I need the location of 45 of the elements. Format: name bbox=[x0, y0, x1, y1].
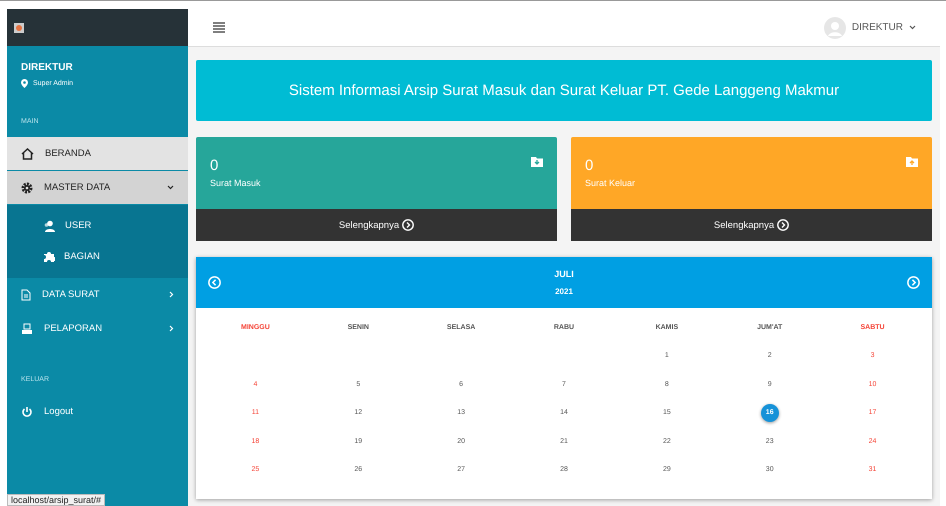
gear-icon bbox=[21, 182, 33, 194]
location-pin-icon bbox=[21, 79, 28, 88]
nav-label: Logout bbox=[44, 406, 74, 417]
chevron-down-icon bbox=[909, 25, 916, 30]
next-month-icon[interactable] bbox=[906, 276, 920, 289]
nav-item[interactable]: Logout bbox=[7, 395, 188, 429]
folder-download-icon bbox=[531, 157, 543, 167]
submenu-item[interactable]: BAGIAN bbox=[7, 241, 188, 272]
stat-label: Surat Keluar bbox=[585, 178, 636, 188]
nav-label: MASTER DATA bbox=[44, 182, 112, 193]
folder-upload-icon bbox=[906, 157, 918, 167]
arrow-circle-icon bbox=[777, 219, 790, 231]
calendar-month: JULI bbox=[554, 269, 574, 279]
nav-label: DATA SURAT bbox=[42, 289, 101, 300]
user-menu[interactable]: DIREKTUR bbox=[824, 16, 916, 38]
chevron-right-icon bbox=[169, 325, 174, 332]
user-name: DIREKTUR bbox=[21, 62, 74, 73]
arrow-circle-icon bbox=[402, 219, 414, 231]
puzzle-icon bbox=[43, 250, 55, 262]
submenu-item[interactable]: USER bbox=[7, 210, 188, 241]
banner-title: Sistem Informasi Arsip Surat Masuk dan Surat Keluar PT. Gede Langgeng Makmur bbox=[196, 60, 932, 121]
printer-icon bbox=[21, 322, 33, 334]
nav-item[interactable]: PELAPORAN bbox=[7, 312, 188, 346]
avatar-icon bbox=[824, 16, 846, 38]
status-url: localhost/arsip_surat/# bbox=[7, 494, 106, 506]
stat-count: 0 bbox=[210, 157, 220, 174]
previous-month-icon[interactable] bbox=[208, 276, 221, 289]
document-icon bbox=[21, 288, 31, 300]
power-icon bbox=[21, 406, 33, 418]
nav-label: BERANDA bbox=[45, 148, 92, 159]
calendar-year: 2021 bbox=[554, 287, 574, 296]
nav-item[interactable]: MASTER DATA bbox=[7, 171, 188, 205]
menu-icon[interactable] bbox=[213, 22, 225, 33]
more-link[interactable]: Selengkapnya bbox=[338, 219, 414, 231]
chevron-down-icon bbox=[167, 185, 174, 190]
chevron-right-icon bbox=[169, 291, 174, 298]
more-link[interactable]: Selengkapnya bbox=[714, 219, 790, 231]
nav-item[interactable]: DATA SURAT bbox=[7, 278, 188, 312]
nav-item[interactable]: BERANDA bbox=[7, 137, 188, 171]
users-icon bbox=[43, 220, 56, 232]
stat-count: 0 bbox=[585, 157, 594, 174]
home-icon bbox=[21, 148, 34, 160]
nav-label: PELAPORAN bbox=[44, 323, 104, 334]
logo-icon bbox=[14, 22, 24, 32]
stat-label: Surat Masuk bbox=[210, 178, 261, 188]
